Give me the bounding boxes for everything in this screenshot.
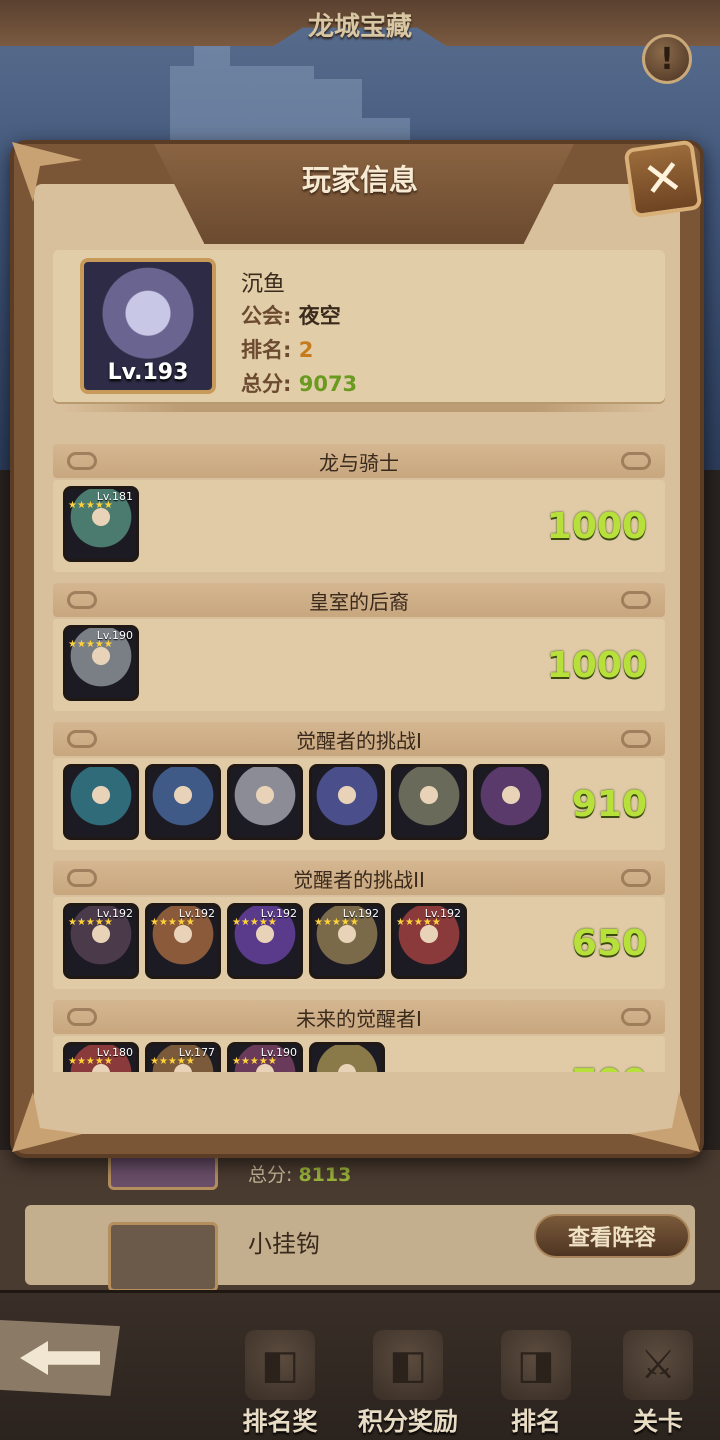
stage-item: 皇室的后裔 Lv.190★★★★★ 1000 bbox=[53, 583, 665, 719]
stage-item: 觉醒者的挑战I 910 bbox=[53, 722, 665, 858]
rank-value: 2 bbox=[299, 338, 314, 362]
chain-icon bbox=[621, 452, 651, 470]
background-row-score: 总分: 8113 bbox=[248, 1160, 351, 1187]
star-icon: ★★★★★ bbox=[68, 918, 78, 928]
ranking-icon: ◨ bbox=[501, 1330, 571, 1400]
modal-title: 玩家信息 bbox=[0, 157, 720, 199]
stage-icon: ⚔ bbox=[623, 1330, 693, 1400]
stage-score: 1000 bbox=[547, 645, 647, 686]
stage-score: 1000 bbox=[547, 506, 647, 547]
chain-icon bbox=[621, 730, 651, 748]
star-icon: ★★★★★ bbox=[396, 918, 406, 928]
star-icon: ★★★★★ bbox=[232, 1057, 242, 1067]
page-title: 龙城宝藏 bbox=[0, 6, 720, 43]
hero-portrait[interactable]: Lv.192★★★★★ bbox=[309, 903, 385, 979]
star-icon: ★★★★★ bbox=[232, 918, 242, 928]
back-arrow-icon bbox=[20, 1341, 100, 1375]
hero-portrait[interactable]: Lv.192★★★★★ bbox=[145, 903, 221, 979]
hero-portrait[interactable] bbox=[309, 1042, 385, 1072]
stage-title: 觉醒者的挑战I bbox=[53, 722, 665, 756]
hero-portrait[interactable]: Lv.181★★★★★ bbox=[63, 486, 139, 562]
rank-row: 排名: 2 bbox=[241, 334, 313, 364]
star-icon: ★★★★★ bbox=[150, 1057, 160, 1067]
alert-icon[interactable]: ! bbox=[642, 34, 692, 84]
chain-icon bbox=[67, 591, 97, 609]
stage-item: 龙与骑士 Lv.181★★★★★ 1000 bbox=[53, 444, 665, 580]
points-reward-icon: ◧ bbox=[373, 1330, 443, 1400]
chain-icon bbox=[621, 591, 651, 609]
stage-list[interactable]: 龙与骑士 Lv.181★★★★★ 1000 皇室的后裔 Lv.190★★★★★ 1000 觉… bbox=[53, 412, 665, 1072]
score-row: 总分: 9073 bbox=[241, 368, 357, 398]
stage-score: 700 bbox=[572, 1062, 647, 1072]
stage-title: 觉醒者的挑战II bbox=[53, 861, 665, 895]
guild-value: 夜空 bbox=[299, 304, 341, 328]
background-row2-avatar bbox=[108, 1222, 218, 1292]
view-lineup-button[interactable]: 查看阵容 bbox=[534, 1214, 690, 1258]
chain-icon bbox=[67, 869, 97, 887]
stage-item: 未来的觉醒者I Lv.180★★★★★Lv.177★★★★★Lv.190★★★★★… bbox=[53, 1000, 665, 1072]
stage-item: 觉醒者的挑战IILv.192★★★★★Lv.192★★★★★Lv.192★★★★… bbox=[53, 861, 665, 997]
star-icon: ★★★★★ bbox=[68, 640, 78, 650]
stage-title: 龙与骑士 bbox=[53, 444, 665, 478]
chain-icon bbox=[621, 1008, 651, 1026]
hero-portrait[interactable] bbox=[63, 764, 139, 840]
nav-stage[interactable]: ⚔ 关卡 bbox=[598, 1330, 718, 1440]
star-icon: ★★★★★ bbox=[68, 501, 78, 511]
nav-ranking[interactable]: ◨ 排名 bbox=[476, 1330, 596, 1440]
hero-portrait[interactable] bbox=[309, 764, 385, 840]
star-icon: ★★★★★ bbox=[68, 1057, 78, 1067]
player-level: Lv.193 bbox=[80, 360, 216, 385]
score-value: 9073 bbox=[299, 372, 357, 396]
guild-row: 公会: 夜空 bbox=[241, 300, 341, 330]
stage-score: 910 bbox=[572, 784, 647, 825]
hero-portrait[interactable]: Lv.177★★★★★ bbox=[145, 1042, 221, 1072]
hero-portrait[interactable]: Lv.190★★★★★ bbox=[227, 1042, 303, 1072]
star-icon: ★★★★★ bbox=[314, 918, 324, 928]
hero-portrait[interactable] bbox=[145, 764, 221, 840]
chain-icon bbox=[67, 1008, 97, 1026]
hero-portrait[interactable]: Lv.190★★★★★ bbox=[63, 625, 139, 701]
stage-score: 650 bbox=[572, 923, 647, 964]
player-name: 沉鱼 bbox=[241, 266, 285, 298]
hero-portrait[interactable]: Lv.192★★★★★ bbox=[63, 903, 139, 979]
hero-portrait[interactable]: Lv.180★★★★★ bbox=[63, 1042, 139, 1072]
nav-points-reward[interactable]: ◧ 积分奖励 bbox=[348, 1330, 468, 1440]
chain-icon bbox=[621, 869, 651, 887]
hero-portrait[interactable]: Lv.192★★★★★ bbox=[391, 903, 467, 979]
divider bbox=[60, 404, 660, 412]
hero-portrait[interactable] bbox=[391, 764, 467, 840]
hero-portrait[interactable]: Lv.192★★★★★ bbox=[227, 903, 303, 979]
chain-icon bbox=[67, 730, 97, 748]
nav-rank-reward[interactable]: ◧ 排名奖 bbox=[220, 1330, 340, 1440]
stage-title: 未来的觉醒者I bbox=[53, 1000, 665, 1034]
back-button[interactable] bbox=[0, 1320, 120, 1396]
hero-portrait[interactable] bbox=[473, 764, 549, 840]
chain-icon bbox=[67, 452, 97, 470]
rank-reward-icon: ◧ bbox=[245, 1330, 315, 1400]
close-button[interactable]: ✕ bbox=[623, 139, 702, 218]
hero-portrait[interactable] bbox=[227, 764, 303, 840]
star-icon: ★★★★★ bbox=[150, 918, 160, 928]
background-row2-name: 小挂钩 bbox=[248, 1224, 320, 1259]
stage-title: 皇室的后裔 bbox=[53, 583, 665, 617]
